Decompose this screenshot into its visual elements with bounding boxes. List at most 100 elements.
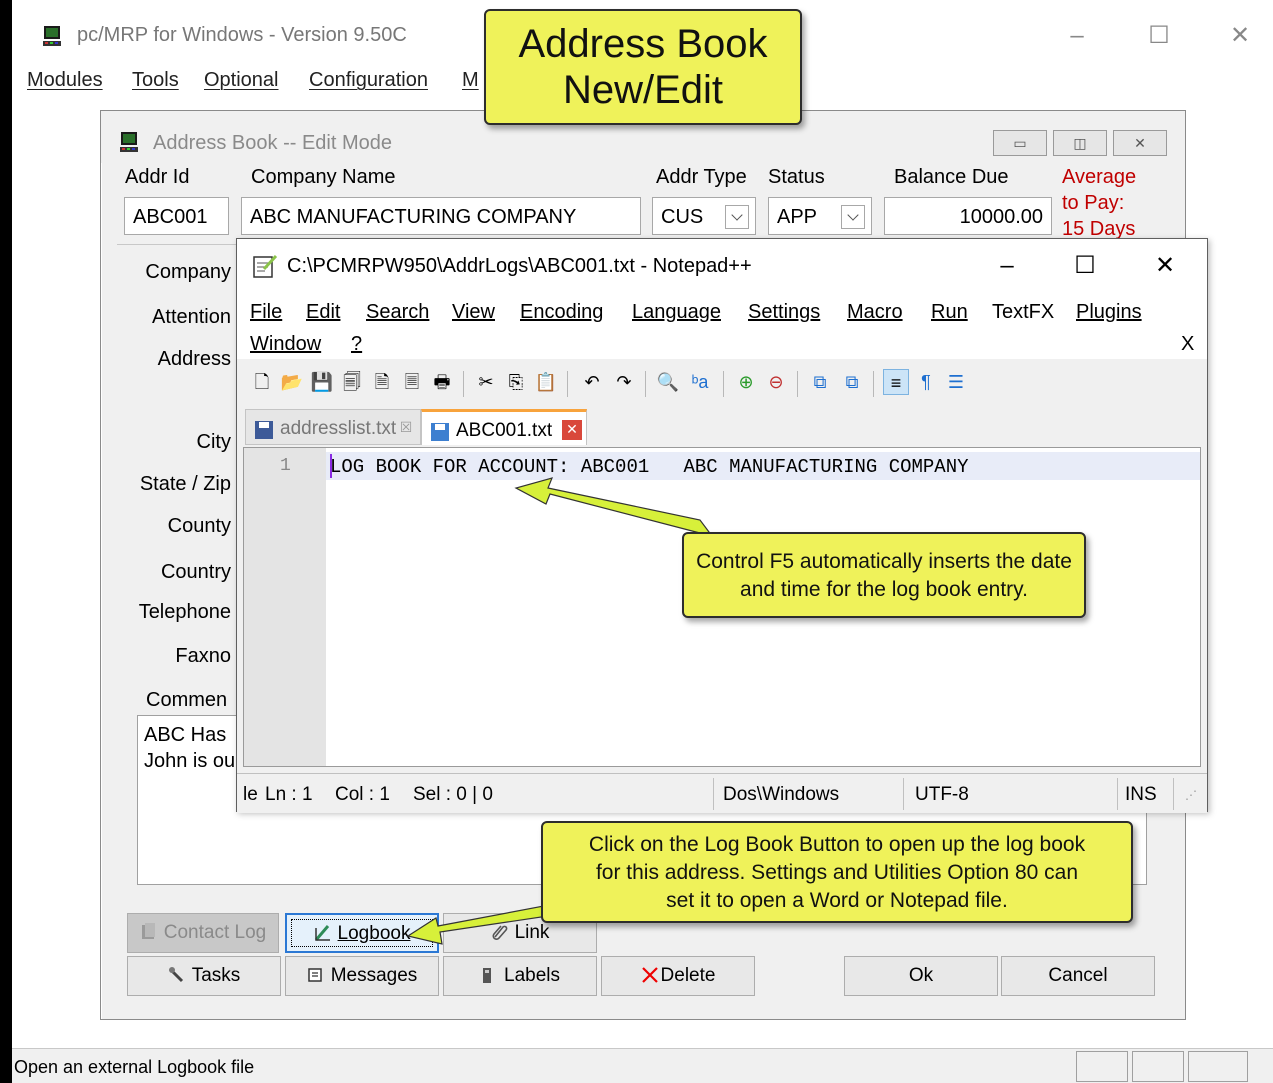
addr-id-field[interactable]: ABC001	[124, 197, 229, 235]
zoom-in-icon[interactable]: ⊕	[733, 369, 759, 395]
close-document-button[interactable]: X	[1181, 333, 1194, 356]
text-caret	[330, 454, 332, 478]
labels-button[interactable]: Labels	[443, 956, 597, 996]
menu-textfx[interactable]: TextFX	[992, 301, 1054, 324]
undo-icon[interactable]: ↶	[579, 369, 605, 395]
county-label: County	[167, 515, 231, 537]
status-panel	[1132, 1051, 1184, 1082]
status-label: Status	[768, 166, 825, 188]
file-saved-icon	[255, 421, 273, 439]
messages-button[interactable]: Messages	[285, 956, 439, 996]
labels-label: Labels	[504, 965, 560, 986]
toolbar-separator	[645, 371, 646, 397]
menu-view[interactable]: View	[452, 301, 495, 324]
menu-language[interactable]: Language	[632, 301, 721, 324]
dialog-maximize-button[interactable]: ◫	[1053, 130, 1107, 156]
menu-more[interactable]: M	[462, 69, 479, 92]
close-tab-icon[interactable]: ☒	[396, 418, 416, 438]
menu-configuration[interactable]: Configuration	[309, 69, 428, 92]
minimize-button[interactable]: –	[1052, 18, 1102, 54]
indent-guide-icon[interactable]: ☰	[943, 369, 969, 395]
menu-label: Macro	[847, 301, 903, 323]
ctrl-f5-callout: Control F5 automatically inserts the dat…	[682, 532, 1086, 618]
menu-label: Edit	[306, 301, 341, 323]
notepadpp-close-button[interactable]: ✕	[1140, 245, 1190, 287]
toolbar-separator	[797, 371, 798, 397]
tab-abc001[interactable]: ABC001.txt ✕	[421, 409, 587, 445]
attention-label: Attention	[152, 306, 231, 328]
delete-button[interactable]: Delete	[601, 956, 755, 996]
replace-icon[interactable]: ᵇa	[687, 369, 713, 395]
menu-label: Language	[632, 301, 721, 323]
word-wrap-icon[interactable]: ≡	[883, 369, 909, 395]
menu-label: Settings	[748, 301, 821, 323]
menu-run[interactable]: Run	[931, 301, 968, 324]
title-callout: Address Book New/Edit	[484, 9, 802, 125]
logbook-callout-line3: set it to open a Word or Notepad file.	[666, 889, 1008, 912]
find-icon[interactable]: 🔍	[655, 369, 681, 395]
menu-help[interactable]: ?	[351, 333, 362, 356]
ok-button[interactable]: Ok	[844, 956, 998, 996]
sync-vertical-icon[interactable]: ⧉	[807, 369, 833, 395]
redo-icon[interactable]: ↷	[611, 369, 637, 395]
menu-tools[interactable]: Tools	[132, 69, 179, 92]
logbook-callout-line2: for this address. Settings and Utilities…	[595, 861, 1079, 884]
status-panel	[1188, 1051, 1248, 1082]
tasks-button[interactable]: Tasks	[127, 956, 281, 996]
sync-horizontal-icon[interactable]: ⧉	[839, 369, 865, 395]
tab-addresslist[interactable]: addresslist.txt ☒	[245, 409, 421, 445]
logbook-button[interactable]: Logbook	[285, 913, 439, 953]
print-icon[interactable]: 🖶	[429, 369, 455, 395]
menu-plugins[interactable]: Plugins	[1076, 301, 1142, 324]
menu-edit[interactable]: Edit	[306, 301, 340, 324]
close-all-icon[interactable]: 🗏	[399, 369, 425, 395]
dialog-minimize-button[interactable]: ▭	[993, 130, 1047, 156]
new-file-icon[interactable]: 🗋	[249, 369, 275, 395]
delete-x-icon	[641, 967, 658, 983]
menu-encoding[interactable]: Encoding	[520, 301, 603, 324]
resize-grip-icon[interactable]: ⋰	[1185, 788, 1197, 802]
zoom-out-icon[interactable]: ⊖	[763, 369, 789, 395]
copy-icon[interactable]: ⎘	[503, 369, 529, 395]
maximize-button[interactable]: ☐	[1134, 18, 1184, 54]
notepadpp-titlebar: C:\PCMRPW950\AddrLogs\ABC001.txt - Notep…	[237, 239, 1207, 293]
menu-search[interactable]: Search	[366, 301, 429, 324]
average-to-pay-line2: to Pay:	[1062, 192, 1125, 214]
close-file-icon[interactable]: 🗎	[369, 369, 395, 395]
paperclip-icon	[492, 925, 507, 940]
notepadpp-menubar: File Edit Search View Encoding Language …	[237, 293, 1207, 359]
status-select[interactable]: APP	[768, 197, 872, 235]
notepadpp-title: C:\PCMRPW950\AddrLogs\ABC001.txt - Notep…	[287, 255, 752, 277]
menu-settings[interactable]: Settings	[748, 301, 820, 324]
close-button[interactable]: ✕	[1215, 18, 1265, 54]
cancel-label: Cancel	[1048, 965, 1108, 986]
dialog-close-button[interactable]: ✕	[1113, 130, 1167, 156]
chevron-down-icon[interactable]	[725, 205, 749, 229]
status-line: Ln : 1	[265, 784, 313, 805]
paste-icon[interactable]: 📋	[533, 369, 559, 395]
show-all-chars-icon[interactable]: ¶	[913, 369, 939, 395]
notepadpp-minimize-button[interactable]: –	[982, 245, 1032, 287]
save-icon[interactable]: 💾	[309, 369, 335, 395]
menu-window[interactable]: Window	[250, 333, 321, 356]
addr-type-select[interactable]: CUS	[652, 197, 756, 235]
chevron-down-icon[interactable]	[841, 205, 865, 229]
balance-due-field[interactable]: 10000.00	[884, 197, 1052, 235]
menu-macro[interactable]: Macro	[847, 301, 903, 324]
notepadpp-maximize-button[interactable]: ☐	[1060, 245, 1110, 287]
menu-label: File	[250, 301, 283, 323]
main-statusbar: Open an external Logbook file	[12, 1048, 1273, 1083]
open-file-icon[interactable]: 📂	[279, 369, 305, 395]
menu-optional[interactable]: Optional	[204, 69, 279, 92]
line-number: 1	[280, 456, 291, 476]
menu-file[interactable]: File	[250, 301, 282, 324]
save-all-icon[interactable]: 🗐	[339, 369, 365, 395]
menu-modules[interactable]: Modules	[27, 69, 103, 92]
menu-label: Encoding	[520, 301, 604, 323]
company-name-field[interactable]: ABC MANUFACTURING COMPANY	[241, 197, 641, 235]
close-tab-icon[interactable]: ✕	[562, 420, 582, 440]
title-callout-line1: Address Book	[518, 22, 768, 66]
contact-log-button[interactable]: Contact Log	[127, 913, 279, 953]
cancel-button[interactable]: Cancel	[1001, 956, 1155, 996]
cut-icon[interactable]: ✂	[473, 369, 499, 395]
